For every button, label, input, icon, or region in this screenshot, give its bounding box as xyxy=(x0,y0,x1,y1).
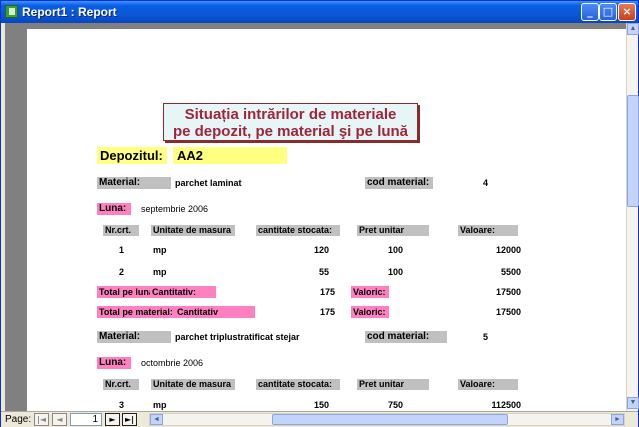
last-page-button[interactable]: ►| xyxy=(122,413,137,426)
row-cantitate: 120 xyxy=(313,245,329,255)
row-valoare: 112500 xyxy=(491,400,521,410)
next-page-button[interactable]: ► xyxy=(105,413,120,426)
page-label: Page: xyxy=(5,414,32,425)
row-unitate: mp xyxy=(153,267,167,277)
row-pret: 100 xyxy=(387,245,403,255)
luna-label-2: Luna: xyxy=(97,357,131,369)
depozit-value: AA2 xyxy=(173,147,287,164)
row-unitate: mp xyxy=(153,245,167,255)
valoric-label-2: Valoric: xyxy=(351,306,389,318)
scroll-up-arrow-icon[interactable]: ▲ xyxy=(627,23,639,35)
maximize-button[interactable]: □ xyxy=(599,3,617,21)
cod-material-label: cod material: xyxy=(365,177,433,189)
row-pret: 750 xyxy=(387,400,403,410)
vertical-scroll-thumb[interactable] xyxy=(627,95,639,207)
total-material-cantitativ: 175 xyxy=(319,307,335,317)
total-material-label: Total pe material: xyxy=(97,306,175,318)
cod-material-label-2: cod material: xyxy=(365,331,447,343)
col-header-nr: Nr.crt. xyxy=(103,225,139,236)
row-pret: 100 xyxy=(387,267,403,277)
material-label: Material: xyxy=(97,177,171,189)
row-valoare: 12000 xyxy=(495,245,521,255)
total-luna-valoric: 17500 xyxy=(495,287,521,297)
window-title: Report1 : Report xyxy=(22,5,117,19)
col-header-unitate-2: Unitate de masura xyxy=(151,379,235,390)
report-app-icon xyxy=(5,5,18,18)
row-unitate: mp xyxy=(153,400,167,410)
luna-value: septembrie 2006 xyxy=(141,204,209,214)
report-viewport: Situația intrărilor de materiale pe depo… xyxy=(5,23,626,411)
col-header-pret-2: Pret unitar xyxy=(357,379,429,390)
row-nr: 3 xyxy=(119,400,125,410)
horizontal-scrollbar[interactable]: ◄ ► xyxy=(149,413,625,426)
scroll-left-arrow-icon[interactable]: ◄ xyxy=(150,414,163,425)
first-page-button[interactable]: |◄ xyxy=(34,413,49,426)
report-title-line2: pe depozit, pe material şi pe lună xyxy=(172,123,409,140)
col-header-valoare-2: Valoare: xyxy=(458,379,518,390)
col-header-pret: Pret unitar xyxy=(357,225,429,236)
col-header-cantitate: cantitate stocata: xyxy=(256,225,340,236)
depozit-label: Depozitul: xyxy=(97,147,167,164)
row-cantitate: 55 xyxy=(318,267,329,277)
cantitativ-label-2: Cantitativ xyxy=(175,306,255,318)
row-nr: 2 xyxy=(119,267,125,277)
cantitativ-label: Cantitativ: xyxy=(150,286,216,298)
vertical-scrollbar[interactable]: ▲ ▼ xyxy=(626,23,639,411)
col-header-unitate: Unitate de masura xyxy=(151,225,235,236)
close-button[interactable]: × xyxy=(618,3,636,21)
page-number-input[interactable]: 1 xyxy=(70,413,102,426)
report-page: Situația intrărilor de materiale pe depo… xyxy=(27,29,626,411)
horizontal-scroll-thumb[interactable] xyxy=(272,414,508,425)
cod-material-value-2: 5 xyxy=(483,332,489,342)
minimize-button[interactable]: _ xyxy=(581,3,599,21)
valoric-label: Valoric: xyxy=(351,286,389,298)
cod-material-value: 4 xyxy=(483,178,489,188)
report-window: Report1 : Report _ □ × Situația intrăril… xyxy=(0,0,639,427)
row-valoare: 5500 xyxy=(500,267,521,277)
report-title: Situația intrărilor de materiale pe depo… xyxy=(163,103,418,141)
scroll-down-arrow-icon[interactable]: ▼ xyxy=(627,397,639,409)
luna-label: Luna: xyxy=(97,203,131,215)
row-nr: 1 xyxy=(119,245,125,255)
previous-page-button[interactable]: ◄ xyxy=(52,413,67,426)
col-header-cantitate-2: cantitate stocata: xyxy=(256,379,340,390)
total-luna-label: Total pe luna: xyxy=(97,286,157,298)
navigation-bar: Page: |◄ ◄ 1 ► ►| ◄ ► xyxy=(1,411,638,427)
total-material-valoric: 17500 xyxy=(495,307,521,317)
luna-value-2: octombrie 2006 xyxy=(141,358,204,368)
material-label-2: Material: xyxy=(97,331,171,343)
material-value-2: parchet triplustratificat stejar xyxy=(175,332,300,342)
col-header-valoare: Valoare: xyxy=(458,225,518,236)
total-luna-cantitativ: 175 xyxy=(319,287,335,297)
scroll-right-arrow-icon[interactable]: ► xyxy=(611,414,624,425)
material-value: parchet laminat xyxy=(175,178,242,188)
row-cantitate: 150 xyxy=(313,400,329,410)
title-bar[interactable]: Report1 : Report _ □ × xyxy=(1,1,638,23)
col-header-nr-2: Nr.crt. xyxy=(103,379,139,390)
report-title-line1: Situația intrărilor de materiale xyxy=(184,106,397,123)
